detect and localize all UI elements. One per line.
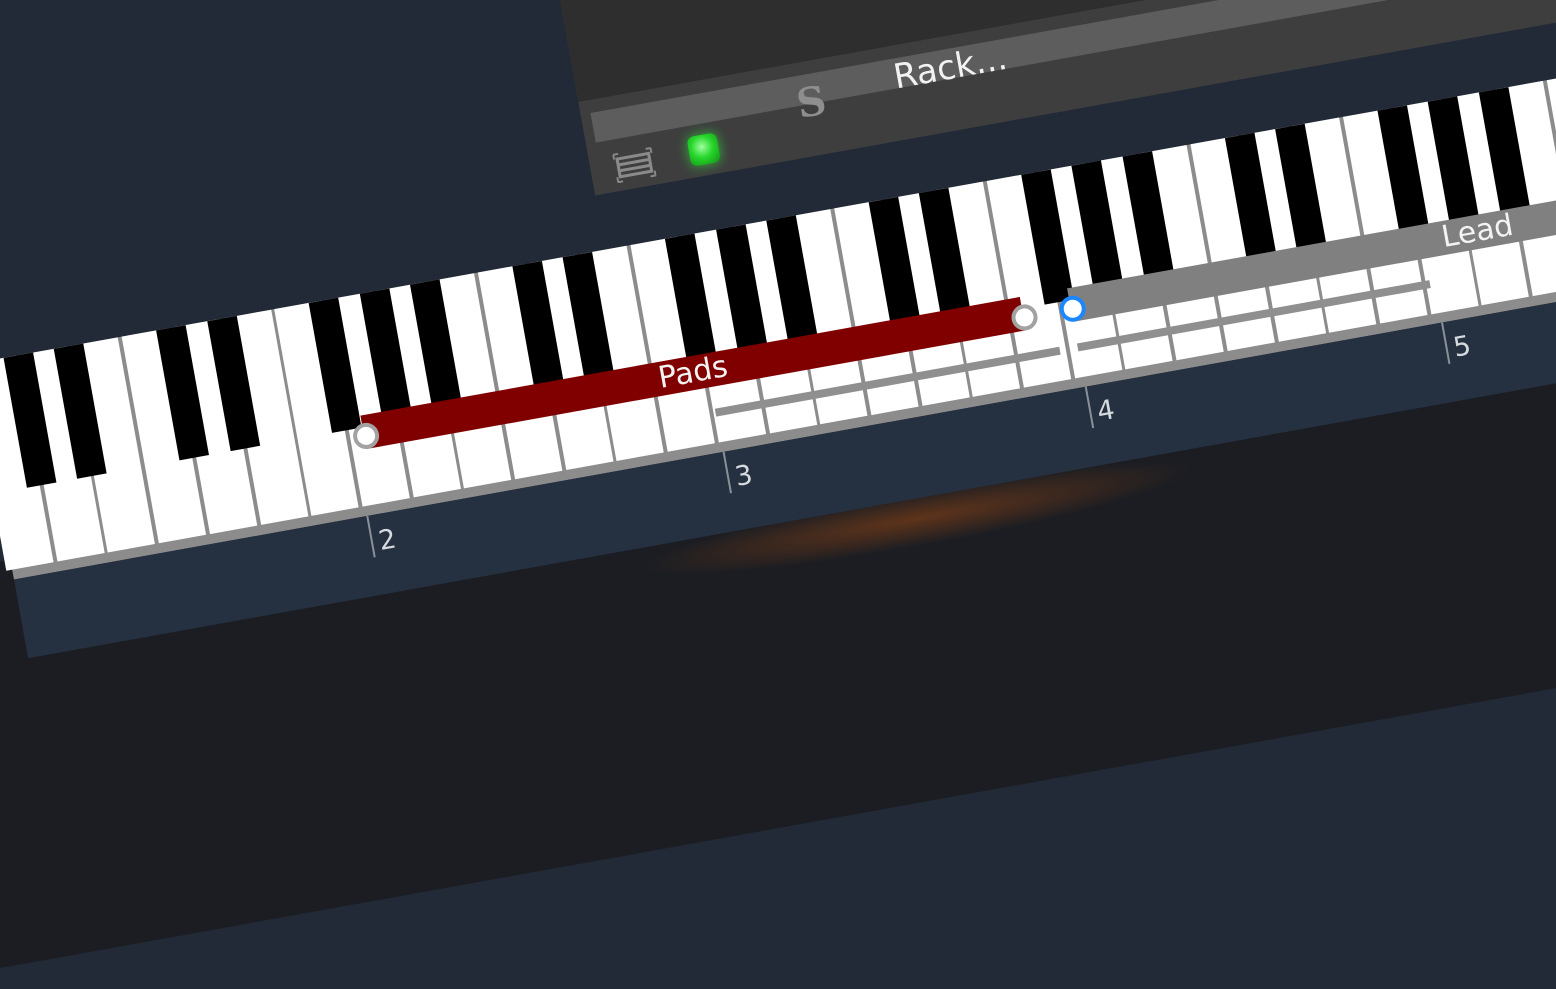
edit-frame-icon[interactable] (612, 146, 657, 184)
power-led[interactable] (686, 132, 722, 168)
octave-label-3: 3 (732, 459, 755, 493)
octave-label-2: 2 (376, 523, 399, 558)
octave-tick (1441, 322, 1451, 365)
octave-tick (1084, 386, 1095, 429)
octave-label-5: 5 (1451, 330, 1474, 364)
rack-name[interactable]: Rack... (890, 38, 1010, 98)
octave-tick (366, 515, 376, 558)
octave-label-4: 4 (1094, 394, 1118, 428)
keyboard-scene: S Rack... Pads Lead 2 3 4 5 (0, 0, 1556, 989)
octave-tick (722, 451, 732, 494)
